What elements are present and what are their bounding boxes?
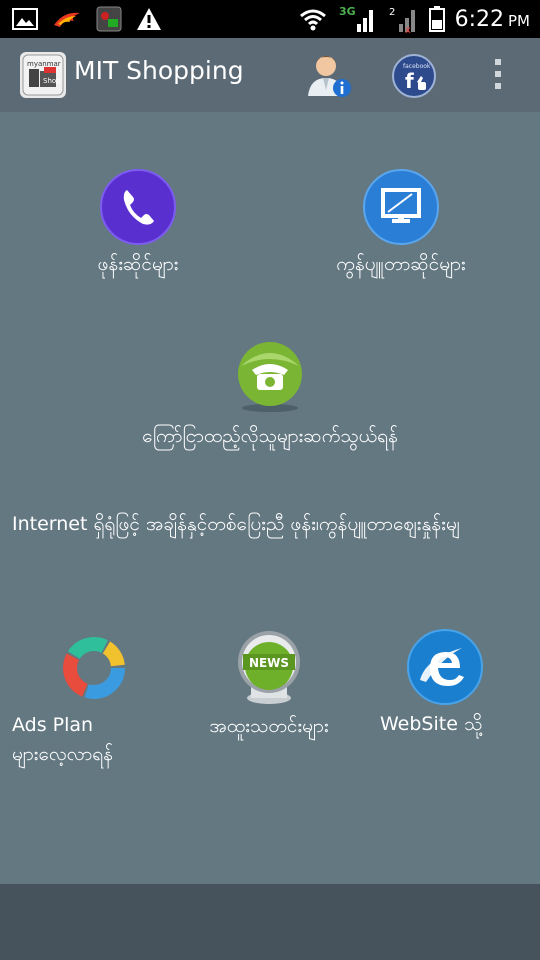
app-title: MIT Shopping [74, 56, 244, 85]
internet-explorer-icon [407, 629, 483, 705]
facebook-icon[interactable]: facebook f [390, 52, 438, 100]
computer-shops-label: ကွန်ပျူတာဆိုင်များ [336, 253, 466, 275]
svg-text:2: 2 [389, 7, 395, 18]
svg-text:Shop: Shop [43, 77, 61, 85]
signal-2-icon: 2 x [389, 7, 415, 34]
ads-plan-icon [63, 637, 125, 699]
ads-plan-label-line1: Ads Plan [12, 714, 94, 736]
website-tile[interactable]: WebSite သို့ [380, 628, 520, 740]
user-info-icon[interactable] [304, 50, 356, 102]
status-bar: 3G 2 x 6:22 PM [0, 0, 540, 38]
time-ampm: PM [508, 11, 530, 30]
svg-text:myanmar: myanmar [27, 60, 61, 68]
time-value: 6:22 [454, 6, 504, 32]
status-time: 6:22 PM [455, 7, 530, 32]
news-label: အထူးသတင်းများ [209, 715, 329, 737]
bottom-area [0, 884, 540, 960]
action-bar: myanmar Shop MIT Shopping facebook f [0, 38, 540, 113]
ads-plan-label-line2: များလေ့လာရန် [12, 743, 113, 765]
contact-advertisers-tile[interactable]: ကြော်ငြာထည့်လိုသူများဆက်သွယ်ရန် [110, 340, 430, 452]
warning-icon [137, 8, 161, 30]
news-tile[interactable]: NEWS အထူးသတင်းများ [194, 628, 344, 742]
marquee-text: Internet ရှိရုံဖြင့် အချိန်နှင့်တစ်ပြေးည… [0, 512, 540, 542]
svg-text:3G: 3G [339, 5, 356, 18]
app-logo-icon[interactable]: myanmar Shop [20, 52, 66, 98]
phone-icon [100, 169, 176, 245]
battery-icon [428, 6, 445, 32]
signal-3g-icon: 3G [339, 5, 373, 32]
overflow-menu-icon[interactable] [484, 56, 512, 96]
flame-icon [54, 12, 80, 27]
svg-text:f: f [405, 69, 414, 93]
phone-shops-label: ဖုန်းဆိုင်များ [97, 253, 179, 275]
gallery-icon [12, 8, 38, 30]
game-icon [96, 6, 122, 32]
news-icon: NEWS [238, 631, 300, 704]
telephone-icon [238, 342, 302, 412]
phone-shops-tile[interactable]: ဖုန်းဆိုင်များ [60, 168, 216, 280]
computer-shops-tile[interactable]: ကွန်ပျူတာဆိုင်များ [318, 168, 484, 280]
ads-plan-tile[interactable]: Ads Plan များလေ့လာရန် [12, 632, 172, 770]
marquee-label: Internet ရှိရုံဖြင့် အချိန်နှင့်တစ်ပြေးည… [12, 513, 460, 535]
website-label: WebSite သို့ [380, 713, 483, 735]
svg-text:x: x [405, 25, 411, 34]
news-badge-text: NEWS [249, 656, 289, 670]
wifi-icon [299, 9, 326, 31]
computer-icon [363, 169, 439, 245]
contact-advertisers-label: ကြော်ငြာထည့်လိုသူများဆက်သွယ်ရန် [142, 425, 398, 447]
